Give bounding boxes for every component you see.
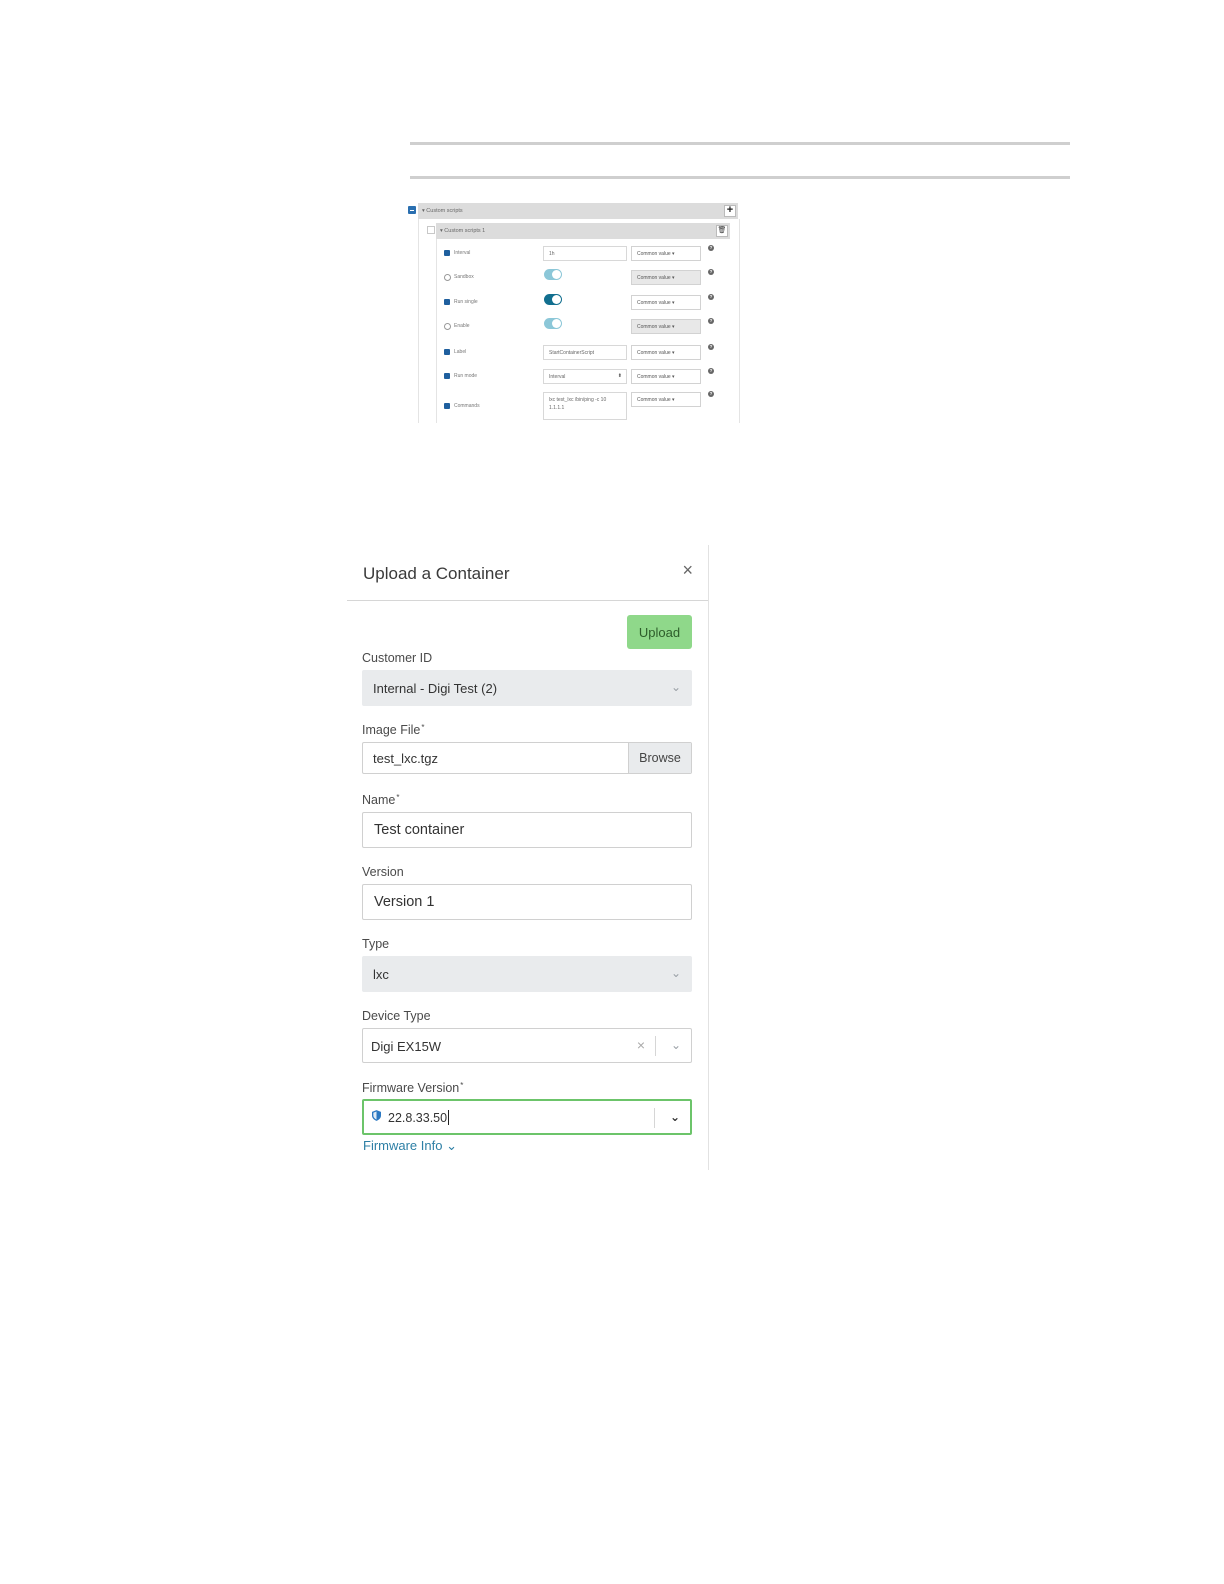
interval-input[interactable]: 1h	[543, 246, 627, 261]
bottom-rule	[410, 176, 1070, 179]
commands-common-value[interactable]: Common value ▾	[631, 392, 701, 407]
row-label: Label StartContainerScript Common value …	[406, 340, 742, 364]
clear-icon[interactable]: ×	[637, 1037, 645, 1053]
row-sandbox: Sandbox Common value ▾ ?	[406, 265, 742, 289]
enable-label: Enable	[454, 323, 470, 329]
interval-checkbox[interactable]	[444, 250, 450, 256]
sandbox-checkbox[interactable]	[444, 274, 451, 281]
run-mode-select[interactable]: Interval ⬍	[543, 369, 627, 384]
commands-textarea[interactable]: lxc test_lxc /bin/ping -c 10 1.1.1.1	[543, 392, 627, 420]
row-run-single: Run single Common value ▾ ?	[406, 290, 742, 314]
select-separator	[655, 1036, 656, 1056]
firmware-info-link[interactable]: Firmware Info ⌄	[363, 1138, 457, 1154]
run-single-common-value[interactable]: Common value ▾	[631, 295, 701, 310]
version-value: Version 1	[374, 894, 435, 910]
label-input[interactable]: StartContainerScript	[543, 345, 627, 360]
help-icon[interactable]: ?	[708, 269, 714, 275]
version-label: Version	[362, 865, 404, 879]
run-mode-value: Interval	[549, 374, 566, 380]
help-icon[interactable]: ?	[708, 245, 714, 251]
custom-scripts-header[interactable]: ▾ Custom scripts +	[418, 203, 738, 219]
commands-checkbox[interactable]	[444, 403, 450, 409]
device-type-value: Digi EX15W	[371, 1039, 442, 1054]
run-mode-checkbox[interactable]	[444, 373, 450, 379]
chevron-down-icon[interactable]: ⌄	[671, 1038, 681, 1052]
row-interval: Interval 1h Common value ▾ ?	[406, 241, 742, 265]
type-select[interactable]: lxc ⌄	[362, 956, 692, 992]
interval-label: Interval	[454, 250, 471, 256]
help-icon[interactable]: ?	[708, 368, 714, 374]
image-file-value: test_lxc.tgz	[373, 751, 439, 766]
custom-scripts-1-title: ▾ Custom scripts 1	[440, 228, 486, 234]
run-mode-label: Run mode	[454, 373, 478, 379]
name-value: Test container	[374, 822, 465, 838]
modal-title: Upload a Container	[363, 564, 510, 583]
run-single-label: Run single	[454, 299, 478, 305]
close-icon[interactable]: ×	[682, 560, 693, 581]
type-label: Type	[362, 937, 390, 951]
sandbox-label: Sandbox	[454, 274, 474, 280]
device-type-select[interactable]: Digi EX15W × ⌄	[362, 1028, 692, 1063]
image-file-label: Image File*	[362, 723, 425, 737]
firmware-version-value: 22.8.33.50	[388, 1110, 450, 1125]
collapse-icon[interactable]	[408, 206, 416, 214]
help-icon[interactable]: ?	[708, 294, 714, 300]
custom-scripts-panel: ▾ Custom scripts + ▾ Custom scripts 1 🗑 …	[406, 201, 742, 423]
device-type-label: Device Type	[362, 1009, 431, 1023]
firmware-version-label: Firmware Version*	[362, 1081, 464, 1095]
sub-checkbox[interactable]	[427, 226, 435, 234]
name-input[interactable]: Test container	[362, 812, 692, 848]
customer-id-label: Customer ID	[362, 651, 433, 665]
select-arrows-icon: ⬍	[617, 373, 622, 379]
upload-container-modal: Upload a Container × Upload Customer ID …	[347, 545, 709, 1170]
modal-divider	[347, 600, 708, 601]
commands-label: Commands	[454, 403, 480, 409]
chevron-down-icon: ⌄	[670, 966, 681, 980]
help-icon[interactable]: ?	[708, 391, 714, 397]
customer-id-select[interactable]: Internal - Digi Test (2) ⌄	[362, 670, 692, 706]
add-icon[interactable]: +	[724, 205, 736, 217]
run-mode-common-value[interactable]: Common value ▾	[631, 369, 701, 384]
type-value: lxc	[373, 967, 389, 982]
row-enable: Enable Common value ▾ ?	[406, 314, 742, 338]
row-run-mode: Run mode Interval ⬍ Common value ▾ ?	[406, 364, 742, 388]
image-file-field[interactable]: test_lxc.tgz Browse	[362, 742, 692, 774]
enable-common-value[interactable]: Common value ▾	[631, 319, 701, 334]
version-input[interactable]: Version 1	[362, 884, 692, 920]
custom-scripts-title: ▾ Custom scripts	[422, 208, 463, 214]
label-label: Label	[454, 349, 467, 355]
customer-id-value: Internal - Digi Test (2)	[373, 681, 498, 696]
firmware-version-select[interactable]: 22.8.33.50 ⌄	[362, 1099, 692, 1135]
trash-icon[interactable]: 🗑	[716, 225, 728, 237]
label-checkbox[interactable]	[444, 349, 450, 355]
run-single-checkbox[interactable]	[444, 299, 450, 305]
upload-button[interactable]: Upload	[627, 615, 692, 649]
custom-scripts-1-header[interactable]: ▾ Custom scripts 1 🗑	[436, 223, 730, 239]
interval-common-value[interactable]: Common value ▾	[631, 246, 701, 261]
help-icon[interactable]: ?	[708, 344, 714, 350]
row-commands: Commands lxc test_lxc /bin/ping -c 10 1.…	[406, 389, 742, 423]
chevron-down-icon[interactable]: ⌄	[670, 1110, 680, 1124]
help-icon[interactable]: ?	[708, 318, 714, 324]
browse-button[interactable]: Browse	[628, 743, 691, 773]
enable-toggle[interactable]	[544, 318, 562, 329]
sandbox-common-value[interactable]: Common value ▾	[631, 270, 701, 285]
select-separator	[654, 1108, 655, 1128]
enable-checkbox[interactable]	[444, 323, 451, 330]
name-label: Name*	[362, 793, 400, 807]
chevron-down-icon: ⌄	[670, 680, 681, 694]
sandbox-toggle[interactable]	[544, 269, 562, 280]
top-rule	[410, 142, 1070, 145]
shield-icon	[372, 1110, 381, 1121]
label-common-value[interactable]: Common value ▾	[631, 345, 701, 360]
run-single-toggle[interactable]	[544, 294, 562, 305]
